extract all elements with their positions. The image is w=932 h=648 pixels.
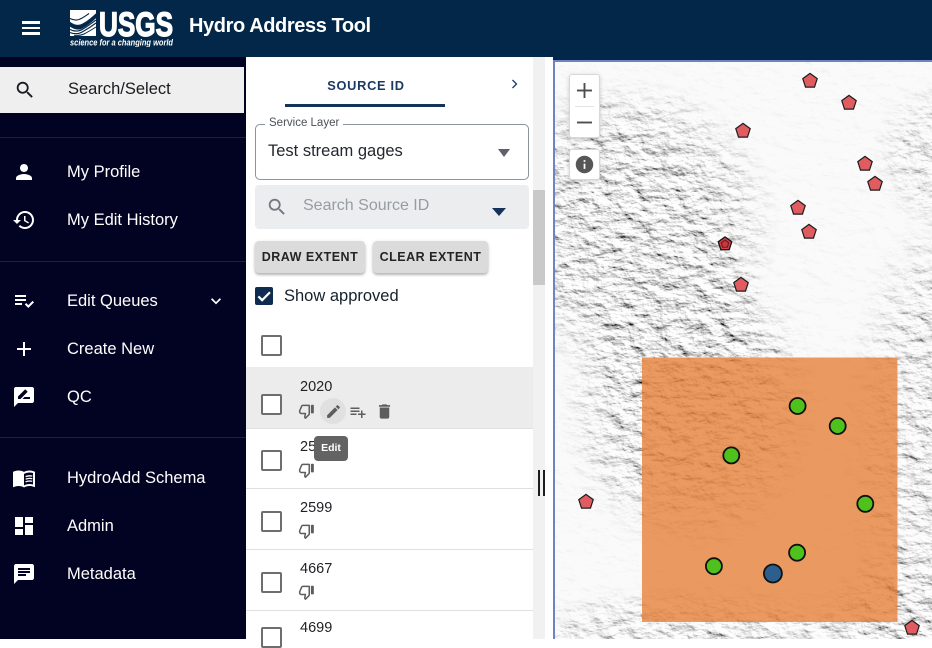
svg-text:science for a changing world: science for a changing world [70,38,174,48]
